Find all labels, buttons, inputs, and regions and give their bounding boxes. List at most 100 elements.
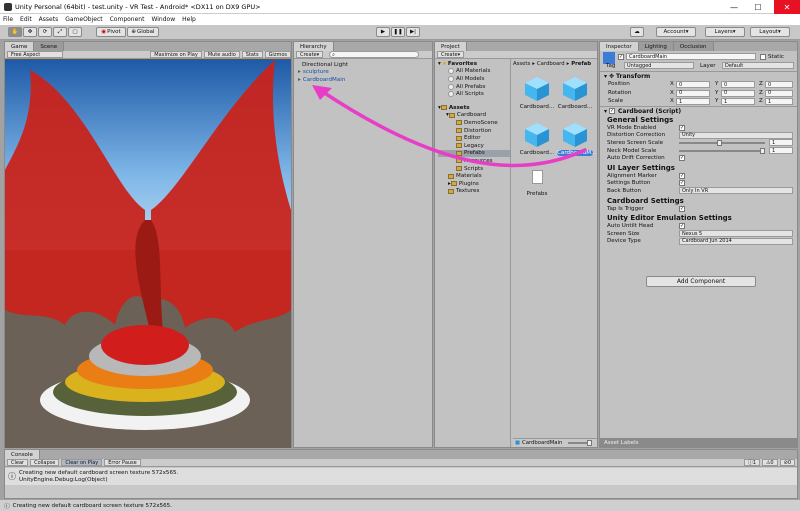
menu-help[interactable]: Help: [182, 16, 196, 23]
close-button[interactable]: ✕: [774, 0, 800, 14]
layout-dropdown[interactable]: Layout ▾: [750, 27, 790, 37]
hierarchy-search-input[interactable]: ⌕: [329, 51, 420, 58]
move-tool-icon[interactable]: ✥: [23, 27, 37, 37]
tab-game[interactable]: Game: [5, 42, 35, 51]
tap-checkbox[interactable]: ✓: [679, 205, 685, 212]
breadcrumb-assets[interactable]: Assets: [513, 61, 530, 67]
menu-component[interactable]: Component: [110, 16, 145, 23]
favorite-all-prefabs[interactable]: All Prefabs: [438, 83, 510, 91]
back-button-dropdown[interactable]: Only In VR: [679, 187, 793, 195]
object-name-input[interactable]: CardboardMain: [626, 53, 756, 60]
z-input[interactable]: 1: [765, 98, 793, 105]
cloud-icon[interactable]: ☁: [630, 27, 644, 37]
x-input[interactable]: 0: [676, 81, 710, 88]
tree-item-cardboard[interactable]: ▾ Cardboard: [438, 112, 510, 120]
tag-dropdown[interactable]: Untagged: [624, 62, 694, 69]
menu-assets[interactable]: Assets: [39, 16, 59, 23]
log-count-toggle[interactable]: ⓘ 1: [743, 459, 760, 466]
project-create-button[interactable]: Create ▾: [437, 51, 465, 58]
breadcrumb-prefab[interactable]: Prefab: [571, 61, 591, 67]
menu-window[interactable]: Window: [151, 16, 175, 23]
rotate-tool-icon[interactable]: ⟳: [38, 27, 52, 37]
auto-untilt-checkbox[interactable]: ✓: [679, 223, 685, 230]
expand-arrow-icon[interactable]: ▸: [298, 69, 301, 75]
static-checkbox[interactable]: [760, 54, 766, 60]
tree-item-resources[interactable]: Resources: [438, 157, 510, 165]
favorite-all-models[interactable]: All Models: [438, 75, 510, 83]
maximize-on-play-toggle[interactable]: Maximize on Play: [150, 51, 202, 58]
neck-input[interactable]: 1: [769, 147, 793, 155]
y-input[interactable]: 0: [721, 89, 755, 97]
hierarchy-item-sculpture[interactable]: ▸ sculpture: [298, 69, 348, 77]
add-component-button[interactable]: Add Component: [646, 276, 756, 287]
favorite-all-scripts[interactable]: All Scripts: [438, 90, 510, 98]
distortion-dropdown[interactable]: Unity: [679, 131, 793, 139]
tab-project[interactable]: Project: [435, 42, 467, 51]
error-count-toggle[interactable]: ⊘ 0: [779, 459, 795, 466]
tree-item-distortion[interactable]: Distortion: [438, 127, 510, 135]
y-input[interactable]: 0: [721, 81, 755, 88]
neck-slider[interactable]: [679, 147, 765, 154]
asset-cardboard-3[interactable]: Cardboard...: [519, 122, 555, 156]
asset-prefabs-folder[interactable]: Prefabs: [521, 170, 553, 197]
device-type-dropdown[interactable]: Cardboard Jun 2014: [679, 237, 793, 245]
rect-tool-icon[interactable]: ▢: [68, 27, 82, 37]
stereo-input[interactable]: 1: [769, 139, 793, 147]
error-pause-toggle[interactable]: Error Pause: [104, 459, 141, 466]
layers-dropdown[interactable]: Layers ▾: [705, 27, 745, 37]
play-button[interactable]: ▶: [376, 27, 390, 37]
settings-button-checkbox[interactable]: ✓: [679, 180, 685, 187]
tab-hierarchy[interactable]: Hierarchy: [294, 42, 334, 51]
cardboard-script-header[interactable]: ▾ ✓ Cardboard (Script): [600, 106, 797, 115]
x-input[interactable]: 0: [676, 89, 710, 97]
tab-lighting[interactable]: Lighting: [638, 42, 674, 51]
tree-item-legacy[interactable]: Legacy: [438, 142, 510, 150]
z-input[interactable]: 0: [765, 81, 793, 88]
scale-tool-icon[interactable]: ⤢: [53, 27, 67, 37]
favorites-header[interactable]: ▾ ★ Favorites: [438, 60, 510, 68]
tree-item-scripts[interactable]: Scripts: [438, 165, 510, 173]
tab-console[interactable]: Console: [5, 450, 40, 459]
alignment-checkbox[interactable]: ✓: [679, 172, 685, 179]
clear-on-play-toggle[interactable]: Clear on Play: [61, 459, 103, 466]
menu-gameobject[interactable]: GameObject: [65, 16, 102, 23]
asset-cardboardmain[interactable]: CardboardM...: [557, 122, 596, 156]
asset-cardboard-2[interactable]: Cardboard...: [557, 76, 593, 110]
tab-inspector[interactable]: Inspector: [600, 42, 639, 51]
step-button[interactable]: ▶|: [406, 27, 420, 37]
tree-item-plugins[interactable]: ▸ Plugins: [438, 180, 510, 188]
active-checkbox[interactable]: ✓: [618, 54, 624, 60]
collapse-toggle[interactable]: Collapse: [30, 459, 60, 466]
hierarchy-item-directional-light[interactable]: Directional Light: [298, 61, 348, 69]
hierarchy-create-button[interactable]: Create ▾: [296, 51, 324, 58]
gizmos-toggle[interactable]: Gizmos: [264, 51, 291, 58]
layer-dropdown[interactable]: Default: [722, 62, 794, 69]
tree-item-editor[interactable]: Editor: [438, 134, 510, 142]
stereo-slider[interactable]: [679, 139, 765, 146]
tab-occlusion[interactable]: Occlusion: [673, 42, 714, 51]
account-dropdown[interactable]: Account ▾: [656, 27, 696, 37]
screen-size-dropdown[interactable]: Nexus 5: [679, 230, 793, 238]
assets-header[interactable]: ▾ Assets: [438, 104, 510, 112]
tree-item-prefabs[interactable]: Prefabs: [438, 149, 510, 158]
menu-file[interactable]: File: [3, 16, 13, 23]
expand-arrow-icon[interactable]: ▸: [298, 77, 301, 83]
breadcrumb-cardboard[interactable]: Cardboard: [537, 61, 565, 67]
tree-item-materials[interactable]: Materials: [438, 172, 510, 180]
tab-scene[interactable]: Scene: [34, 42, 65, 51]
tree-item-demoscene[interactable]: DemoScene: [438, 119, 510, 127]
asset-cardboard-1[interactable]: Cardboard...: [519, 76, 555, 110]
x-input[interactable]: 1: [676, 98, 710, 105]
asset-labels-bar[interactable]: Asset Labels: [600, 438, 797, 447]
clear-button[interactable]: Clear: [7, 459, 29, 466]
vr-mode-checkbox[interactable]: ✓: [679, 124, 685, 131]
tree-item-textures[interactable]: Textures: [438, 188, 510, 196]
z-input[interactable]: 0: [765, 89, 793, 97]
auto-drift-checkbox[interactable]: ✓: [679, 155, 685, 162]
mute-audio-toggle[interactable]: Mute audio: [203, 51, 240, 58]
menu-edit[interactable]: Edit: [20, 16, 32, 23]
favorite-all-materials[interactable]: All Materials: [438, 68, 510, 76]
y-input[interactable]: 1: [721, 98, 755, 105]
minimize-button[interactable]: —: [722, 0, 746, 14]
maximize-button[interactable]: ☐: [746, 0, 770, 14]
